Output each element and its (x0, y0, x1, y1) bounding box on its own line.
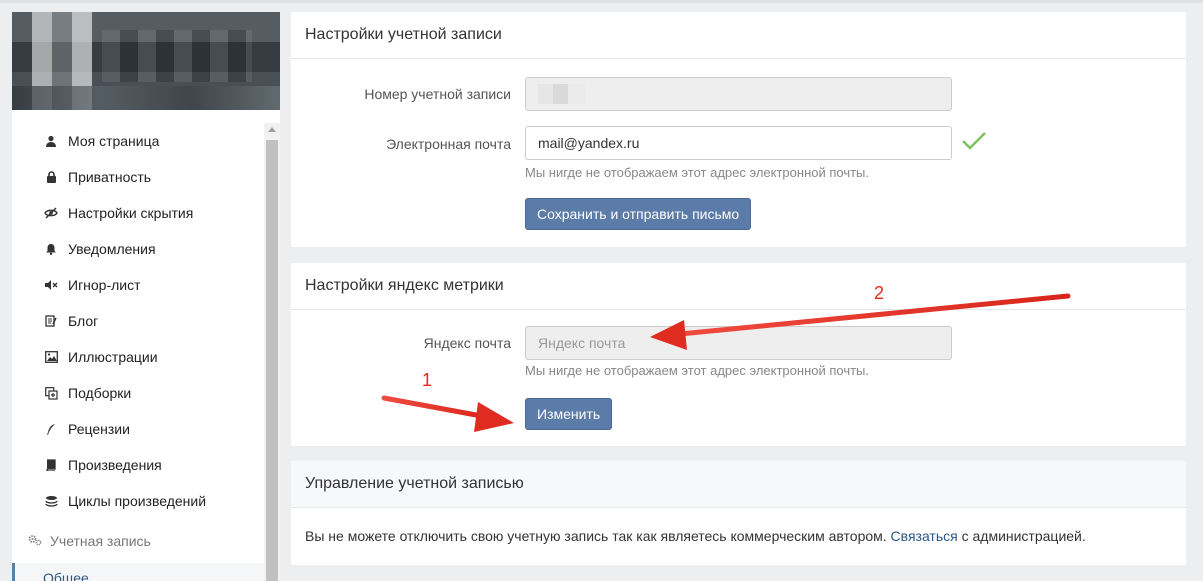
email-hint: Мы нигде не отображаем этот адрес электр… (525, 165, 870, 180)
check-icon (961, 131, 987, 154)
sidebar-item-label: Игнор-лист (68, 277, 141, 293)
sidebar-item-label: Блог (68, 313, 99, 329)
eye-slash-icon (44, 206, 58, 220)
annotation-number-1: 1 (422, 370, 433, 390)
account-number-field (525, 77, 952, 111)
save-and-send-button[interactable]: Сохранить и отправить письмо (525, 198, 752, 230)
image-icon (44, 350, 58, 364)
sidebar-item-reviews[interactable]: Рецензии (12, 411, 264, 447)
sidebar-menu: Моя страница Приватность Настройки скрыт… (12, 123, 264, 519)
bell-icon (44, 242, 58, 256)
management-text-before: Вы не можете отключить свою учетную запи… (305, 528, 887, 544)
sidebar-item-label: Циклы произведений (68, 493, 207, 509)
sidebar-item-blog[interactable]: Блог (12, 303, 264, 339)
panel-title: Управление учетной записью (291, 461, 1186, 508)
sidebar-item-label: Произведения (68, 457, 162, 473)
sidebar-item-collections[interactable]: Подборки (12, 375, 264, 411)
panel-title: Настройки яндекс метрики (291, 263, 1186, 310)
sidebar-item-hide-settings[interactable]: Настройки скрытия (12, 195, 264, 231)
sidebar-item-label: Подборки (68, 385, 132, 401)
volume-off-icon (44, 278, 58, 292)
metrika-settings-panel: Настройки яндекс метрики Яндекс почта Ян… (291, 263, 1186, 446)
yandex-email-input[interactable]: Яндекс почта (525, 326, 952, 360)
account-number-label: Номер учетной записи (364, 86, 511, 102)
top-bar (0, 0, 1203, 3)
sidebar-section-label: Учетная запись (50, 533, 151, 549)
account-settings-panel: Настройки учетной записи Номер учетной з… (291, 12, 1186, 247)
sidebar-item-works[interactable]: Произведения (12, 447, 264, 483)
quill-icon (44, 422, 58, 436)
sidebar-subitem-general[interactable]: Общее (12, 563, 264, 581)
scroll-up-arrow-icon[interactable] (268, 127, 276, 132)
account-number-redacted (538, 84, 585, 104)
yandex-email-hint: Мы нигде не отображаем этот адрес электр… (525, 363, 870, 378)
annotation-number-2: 2 (874, 283, 885, 303)
yandex-email-label: Яндекс почта (423, 335, 511, 351)
management-text-after: с администрацией. (961, 528, 1086, 544)
sidebar-item-ignore-list[interactable]: Игнор-лист (12, 267, 264, 303)
sidebar-item-label: Иллюстрации (68, 349, 158, 365)
contact-link[interactable]: Связаться (891, 528, 958, 544)
sidebar-item-label: Настройки скрытия (68, 205, 194, 221)
user-icon (44, 134, 58, 148)
sidebar-scrollbar[interactable] (264, 123, 280, 581)
gears-icon (28, 534, 42, 549)
sidebar-item-notifications[interactable]: Уведомления (12, 231, 264, 267)
collection-icon (44, 386, 58, 400)
edit-icon (44, 314, 58, 328)
sidebar-section-account[interactable]: Учетная запись (12, 523, 264, 559)
sidebar-item-my-page[interactable]: Моя страница (12, 123, 264, 159)
sidebar-item-privacy[interactable]: Приватность (12, 159, 264, 195)
sidebar-item-label: Уведомления (68, 241, 156, 257)
profile-cover-image[interactable] (12, 12, 280, 110)
account-management-panel: Управление учетной записью Вы не можете … (291, 461, 1186, 565)
management-text: Вы не можете отключить свою учетную запи… (305, 528, 1086, 544)
change-button[interactable]: Изменить (525, 398, 613, 430)
sidebar: Моя страница Приватность Настройки скрыт… (12, 12, 280, 581)
panel-title: Настройки учетной записи (291, 12, 1186, 59)
email-input[interactable]: mail@yandex.ru (525, 126, 952, 160)
sidebar-item-illustrations[interactable]: Иллюстрации (12, 339, 264, 375)
sidebar-item-label: Приватность (68, 169, 152, 185)
lock-icon (44, 170, 58, 184)
book-icon (44, 458, 58, 472)
sidebar-item-label: Моя страница (68, 133, 160, 149)
sidebar-item-label: Рецензии (68, 421, 130, 437)
scrollbar-thumb[interactable] (266, 140, 278, 581)
email-label: Электронная почта (386, 136, 511, 152)
sidebar-item-series[interactable]: Циклы произведений (12, 483, 264, 519)
stack-icon (44, 494, 58, 508)
